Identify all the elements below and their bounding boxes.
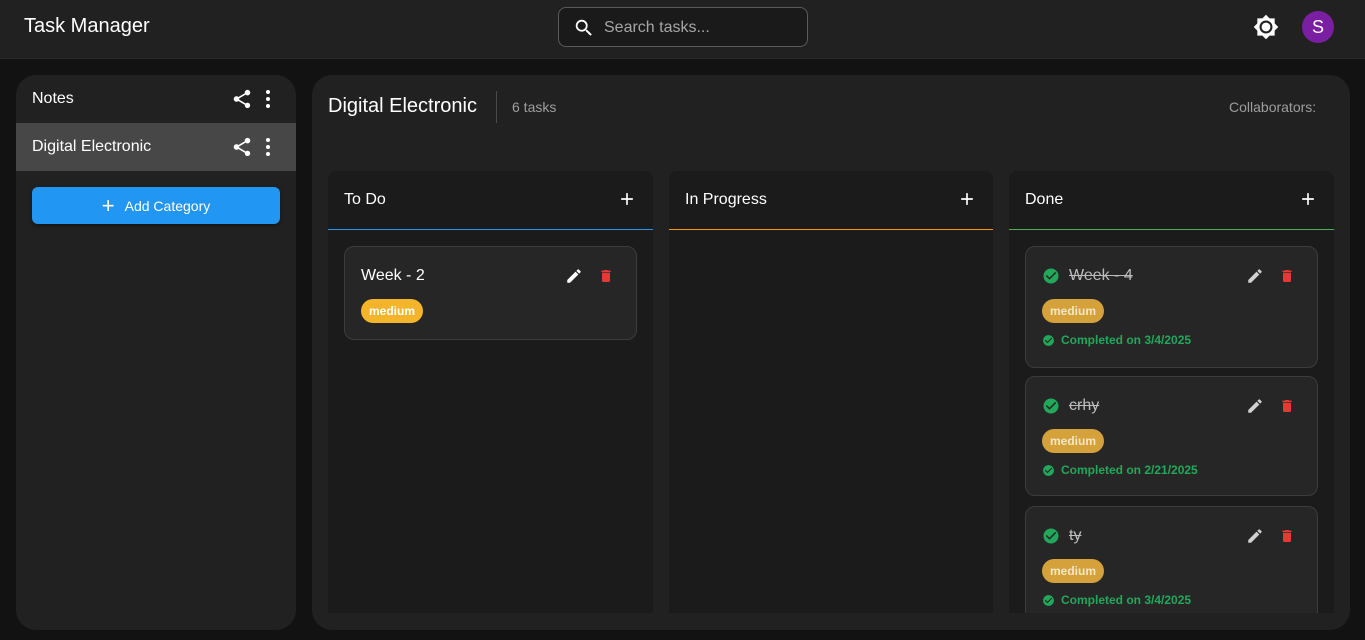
check-circle-icon xyxy=(1043,594,1054,606)
plus-icon[interactable] xyxy=(617,189,637,209)
priority-badge: medium xyxy=(1042,429,1105,453)
task-title: Week - 2 xyxy=(361,267,425,284)
edit-icon[interactable] xyxy=(1246,397,1264,415)
column-title: To Do xyxy=(344,191,386,208)
avatar-initial: S xyxy=(1311,16,1324,37)
column-header: In Progress xyxy=(669,171,993,230)
completed-status: Completed on 3/4/2025 xyxy=(1042,593,1191,607)
category-label: Notes xyxy=(32,90,74,107)
plus-icon: + xyxy=(101,192,115,218)
top-app-bar: Task Manager S xyxy=(0,0,1365,59)
more-vert-icon[interactable] xyxy=(261,88,275,110)
brightness-icon xyxy=(1253,14,1279,40)
delete-icon[interactable] xyxy=(598,267,614,285)
share-icon[interactable] xyxy=(231,136,253,158)
category-item-notes[interactable]: Notes xyxy=(16,75,296,123)
column-title: Done xyxy=(1025,191,1064,208)
check-circle-icon xyxy=(1043,268,1059,284)
column-done: Done Week - 4 medium Completed on 3/4/20… xyxy=(1009,171,1334,613)
category-sidebar: Notes Digital Electronic + Add Category xyxy=(16,75,296,630)
user-avatar[interactable]: S xyxy=(1302,11,1334,43)
edit-icon[interactable] xyxy=(1246,267,1264,285)
delete-icon[interactable] xyxy=(1279,267,1295,285)
more-vert-icon[interactable] xyxy=(261,136,275,158)
priority-badge: medium xyxy=(1042,559,1105,583)
delete-icon[interactable] xyxy=(1279,527,1295,545)
header-divider xyxy=(496,91,497,123)
completed-status: Completed on 2/21/2025 xyxy=(1042,463,1198,477)
column-header: To Do xyxy=(328,171,653,230)
column-title: In Progress xyxy=(685,191,767,208)
edit-icon[interactable] xyxy=(1246,527,1264,545)
check-circle-icon xyxy=(1043,528,1059,544)
task-title: ty xyxy=(1069,527,1082,544)
column-header: Done xyxy=(1009,171,1334,230)
plus-icon[interactable] xyxy=(957,189,977,209)
add-category-button[interactable]: + Add Category xyxy=(32,187,280,224)
category-item-digital-electronic[interactable]: Digital Electronic xyxy=(16,123,296,171)
completed-date: Completed on 3/4/2025 xyxy=(1061,593,1192,607)
search-input[interactable] xyxy=(604,16,799,40)
column-todo: To Do Week - 2 medium xyxy=(328,171,653,613)
priority-badge: medium xyxy=(1042,299,1105,323)
category-label: Digital Electronic xyxy=(32,138,152,155)
plus-icon[interactable] xyxy=(1298,189,1318,209)
edit-icon[interactable] xyxy=(565,267,583,285)
completed-date: Completed on 2/21/2025 xyxy=(1061,463,1198,477)
column-in-progress: In Progress xyxy=(669,171,993,613)
delete-icon[interactable] xyxy=(1279,397,1295,415)
share-icon[interactable] xyxy=(231,88,253,110)
check-circle-icon xyxy=(1043,398,1059,414)
board-title: Digital Electronic xyxy=(328,95,477,117)
completed-status: Completed on 3/4/2025 xyxy=(1042,333,1191,347)
task-card[interactable]: ty medium Completed on 3/4/2025 xyxy=(1025,506,1318,613)
task-card[interactable]: Week - 2 medium xyxy=(344,246,637,340)
theme-toggle-button[interactable] xyxy=(1252,13,1280,41)
task-count: 6 tasks xyxy=(512,99,557,115)
app-title: Task Manager xyxy=(24,15,150,37)
search-icon xyxy=(575,19,592,36)
board-panel: Digital Electronic 6 tasks Collaborators… xyxy=(312,75,1350,630)
add-category-label: Add Category xyxy=(124,197,211,214)
priority-badge: medium xyxy=(361,299,424,323)
task-title: Week - 4 xyxy=(1069,267,1133,284)
search-box[interactable] xyxy=(558,7,808,47)
completed-date: Completed on 3/4/2025 xyxy=(1061,333,1192,347)
check-circle-icon xyxy=(1043,464,1054,476)
task-title: crhy xyxy=(1069,397,1100,414)
check-circle-icon xyxy=(1043,334,1054,346)
task-card[interactable]: Week - 4 medium Completed on 3/4/2025 xyxy=(1025,246,1318,368)
task-card[interactable]: crhy medium Completed on 2/21/2025 xyxy=(1025,376,1318,496)
collaborators-label: Collaborators: xyxy=(1229,99,1317,115)
